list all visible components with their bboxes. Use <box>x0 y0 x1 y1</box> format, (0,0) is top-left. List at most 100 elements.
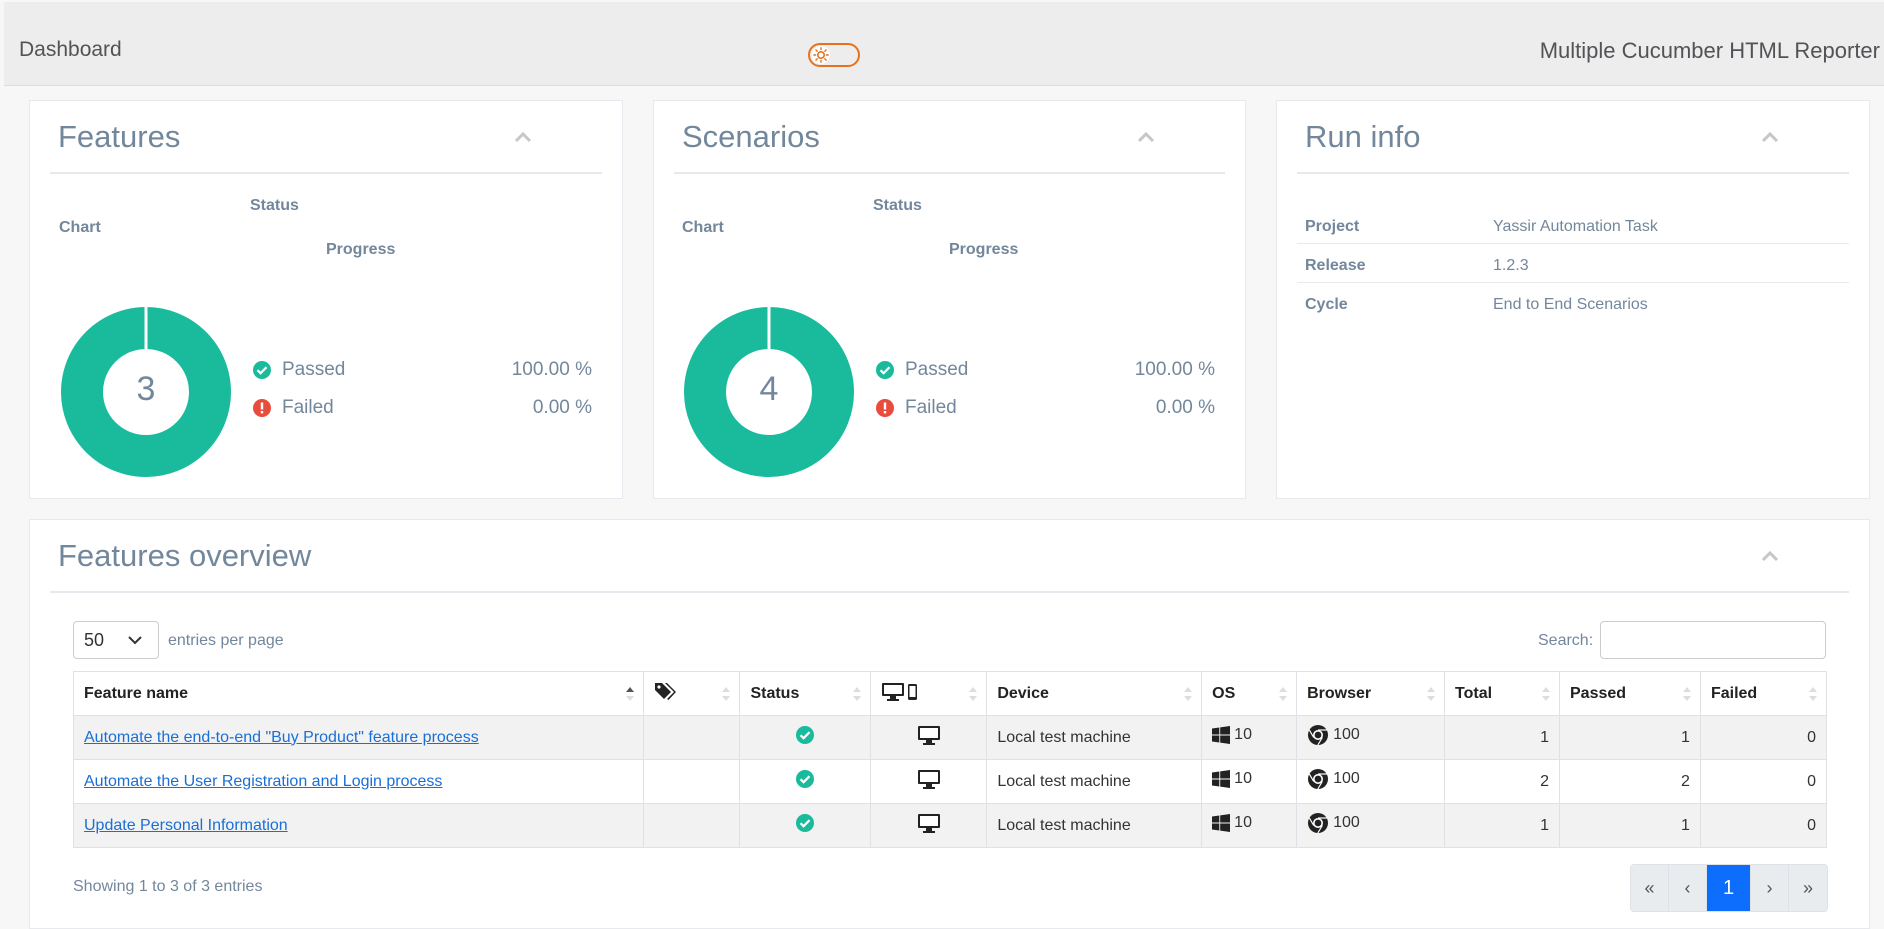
browser-version: 100 <box>1333 770 1360 787</box>
page-title: Dashboard <box>19 38 122 61</box>
desktop-icon <box>917 770 940 789</box>
col-label: Passed <box>1570 684 1627 702</box>
device-type-cell <box>870 759 988 804</box>
run-info-value: Yassir Automation Task <box>1493 218 1658 235</box>
desktop-icon <box>917 726 940 745</box>
progress-heading: Progress <box>326 241 396 258</box>
col-label: OS <box>1212 684 1236 702</box>
col-total[interactable]: Total <box>1444 671 1560 716</box>
chrome-icon <box>1308 813 1329 834</box>
run-info-key: Release <box>1305 257 1366 274</box>
tags-cell <box>642 759 741 804</box>
page-next-button[interactable]: › <box>1751 865 1789 911</box>
feature-link[interactable]: Automate the User Registration and Login… <box>84 773 442 790</box>
chart-heading: Chart <box>59 219 101 236</box>
os-version: 10 <box>1234 770 1252 787</box>
legend-failed: Failed 0.00 % <box>875 397 1215 421</box>
top-bar: Dashboard Multiple Cucumber HTML Reporte… <box>4 2 1884 86</box>
passed-percent: 100.00 % <box>511 359 592 380</box>
theme-toggle[interactable] <box>808 43 860 67</box>
exclamation-circle-icon <box>253 399 271 417</box>
search-label: Search: <box>1538 632 1594 649</box>
desktop-mobile-icon <box>882 683 918 701</box>
col-device-type[interactable] <box>870 671 988 716</box>
sort-icon <box>722 687 731 701</box>
col-passed[interactable]: Passed <box>1559 671 1701 716</box>
check-circle-icon <box>253 361 271 379</box>
sort-icon <box>1682 687 1691 701</box>
page-last-button[interactable]: » <box>1789 865 1827 911</box>
os-version: 10 <box>1234 814 1252 831</box>
col-feature-name[interactable]: Feature name <box>73 671 644 716</box>
browser-cell: 100 <box>1296 715 1446 760</box>
table-row: Automate the end-to-end "Buy Product" fe… <box>73 715 1828 760</box>
col-tags[interactable] <box>642 671 741 716</box>
feature-link[interactable]: Update Personal Information <box>84 817 288 834</box>
scenarios-panel-title: Scenarios <box>682 119 820 154</box>
page-first-button[interactable]: « <box>1631 865 1669 911</box>
col-label: Browser <box>1307 684 1372 702</box>
total-cell: 1 <box>1444 715 1560 760</box>
passed-cell: 1 <box>1559 715 1701 760</box>
col-label: Device <box>997 684 1049 702</box>
passed-label: Passed <box>905 359 969 380</box>
features-panel-title: Features <box>58 119 181 154</box>
failed-label: Failed <box>282 397 334 418</box>
chevron-up-icon[interactable] <box>1759 129 1781 145</box>
col-status[interactable]: Status <box>739 671 872 716</box>
entries-per-page-select[interactable]: 50 <box>73 621 159 659</box>
device-type-cell <box>870 803 988 848</box>
chevron-up-icon[interactable] <box>1135 129 1157 145</box>
check-circle-icon <box>796 770 815 788</box>
os-version: 10 <box>1234 726 1252 743</box>
failed-percent: 0.00 % <box>1155 397 1215 418</box>
windows-icon <box>1212 770 1231 788</box>
chrome-icon <box>1308 769 1329 790</box>
entries-label: entries per page <box>168 632 284 649</box>
col-label: Status <box>750 684 800 702</box>
chrome-icon <box>1308 725 1329 746</box>
status-cell <box>739 759 872 804</box>
passed-cell: 2 <box>1559 759 1701 804</box>
chevron-up-icon[interactable] <box>512 129 534 145</box>
total-cell: 1 <box>1444 803 1560 848</box>
check-circle-icon <box>796 726 815 744</box>
chevron-up-icon[interactable] <box>1759 548 1781 564</box>
panel-divider <box>1297 172 1849 174</box>
table-row: Automate the User Registration and Login… <box>73 759 1828 804</box>
status-cell <box>739 803 872 848</box>
run-info-value: 1.2.3 <box>1493 257 1529 274</box>
page-current-button[interactable]: 1 <box>1707 865 1751 911</box>
status-heading: Status <box>250 197 299 214</box>
overview-panel-title: Features overview <box>58 538 312 573</box>
col-os[interactable]: OS <box>1201 671 1298 716</box>
feature-link[interactable]: Automate the end-to-end "Buy Product" fe… <box>84 729 479 746</box>
col-browser[interactable]: Browser <box>1296 671 1446 716</box>
table-row: Update Personal Information Local test m… <box>73 803 1828 848</box>
check-circle-icon <box>876 361 894 379</box>
search-input[interactable] <box>1600 621 1826 659</box>
sort-icon <box>1427 687 1436 701</box>
panel-divider <box>50 591 1849 593</box>
browser-cell: 100 <box>1296 803 1446 848</box>
failed-cell: 0 <box>1699 715 1828 760</box>
col-failed[interactable]: Failed <box>1699 671 1828 716</box>
os-cell: 10 <box>1201 759 1298 804</box>
features-panel: Features Status Chart Progress 3 Passed … <box>29 100 623 499</box>
windows-icon <box>1212 814 1231 832</box>
sort-icon <box>1809 687 1817 701</box>
chevron-down-icon <box>128 636 142 645</box>
col-device[interactable]: Device <box>986 671 1203 716</box>
run-info-panel-title: Run info <box>1305 119 1421 154</box>
sort-asc-icon <box>625 687 634 701</box>
run-info-key: Cycle <box>1305 296 1348 313</box>
sort-icon <box>969 687 978 701</box>
run-info-row-release: Release 1.2.3 <box>1297 244 1849 283</box>
sort-icon <box>1184 687 1193 701</box>
device-cell: Local test machine <box>986 803 1203 848</box>
pagination: « ‹ 1 › » <box>1630 864 1828 912</box>
status-heading: Status <box>873 197 922 214</box>
scenarios-panel: Scenarios Status Chart Progress 4 Passed… <box>653 100 1246 499</box>
page-prev-button[interactable]: ‹ <box>1669 865 1707 911</box>
tags-cell <box>642 803 741 848</box>
